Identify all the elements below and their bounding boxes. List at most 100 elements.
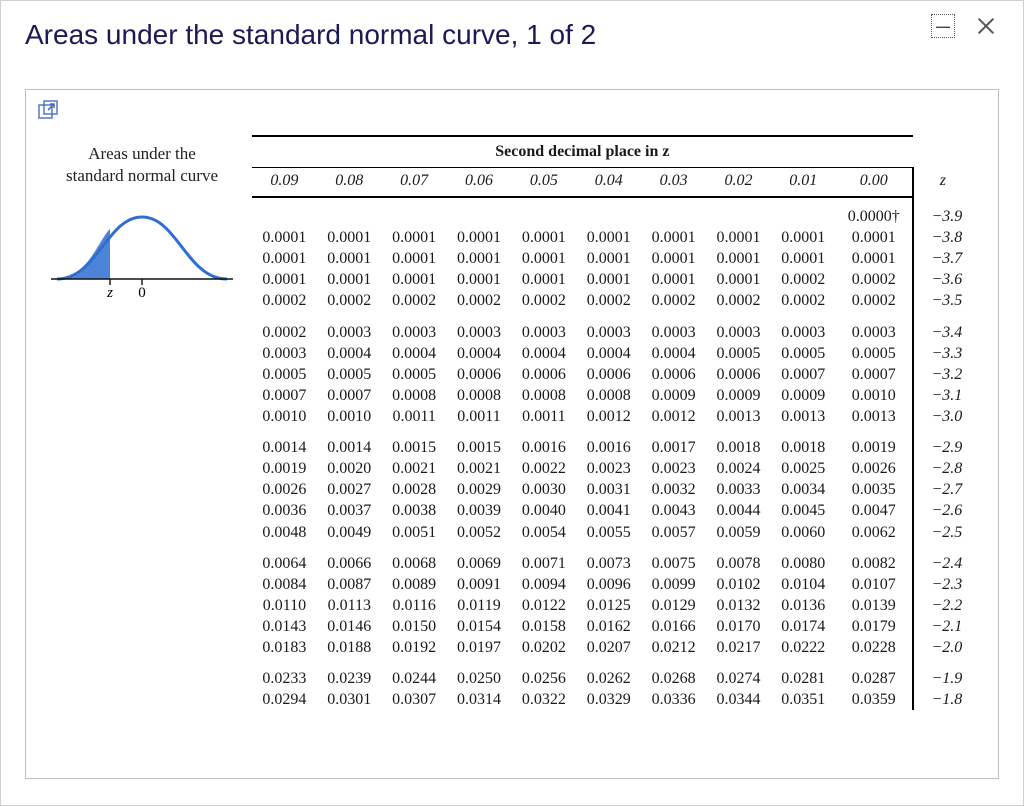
table-cell: 0.0007 [771,364,836,385]
table-cell: 0.0001 [511,269,576,290]
table-cell: 0.0012 [576,406,641,427]
table-cell: 0.0010 [317,406,382,427]
table-cell: 0.0113 [317,595,382,616]
table-cell: 0.0049 [317,522,382,543]
table-cell: 0.0006 [576,364,641,385]
col-hdr: 0.04 [576,168,641,198]
z-value: −3.2 [913,364,972,385]
table-cell: 0.0009 [771,385,836,406]
page: Areas under the standard normal curve, 1… [0,0,1024,806]
table-cell: 0.0001 [382,269,447,290]
table-cell: 0.0222 [771,637,836,658]
table-cell: 0.0078 [706,553,771,574]
table-cell: 0.0003 [317,322,382,343]
table-cell: 0.0003 [641,322,706,343]
table-cell: 0.0082 [836,553,913,574]
table-cell: 0.0019 [836,437,913,458]
table-cell: 0.0001 [317,227,382,248]
table-cell: 0.0001 [576,269,641,290]
table-cell: 0.0009 [641,385,706,406]
col-hdr: 0.00 [836,168,913,198]
table-cell: 0.0044 [706,500,771,521]
table-cell: 0.0087 [317,574,382,595]
group-gap [252,543,972,553]
top-bar: Areas under the standard normal curve, 1… [1,1,1023,59]
table-cell: 0.0179 [836,616,913,637]
open-new-window-icon[interactable] [38,107,60,124]
table-cell: 0.0055 [576,522,641,543]
table-cell: 0.0162 [576,616,641,637]
table-cell: 0.0015 [382,437,447,458]
table-cell: 0.0062 [836,522,913,543]
table-cell: 0.0239 [317,668,382,689]
table-cell: 0.0119 [447,595,512,616]
table-cell: 0.0002 [511,290,576,311]
table-cell: 0.0002 [382,290,447,311]
table-cell: 0.0027 [317,479,382,500]
table-cell: 0.0048 [252,522,317,543]
left-caption-line1: Areas under the [88,144,196,163]
axis-label-z: z [106,285,113,299]
table-cell: 0.0287 [836,668,913,689]
table-cell: 0.0001 [641,227,706,248]
table-cell: 0.0116 [382,595,447,616]
table-cell: 0.0096 [576,574,641,595]
table-cell: 0.0107 [836,574,913,595]
table-cell: 0.0158 [511,616,576,637]
table-row: 0.01430.01460.01500.01540.01580.01620.01… [252,616,972,637]
group-gap [252,658,972,668]
table-cell: 0.0268 [641,668,706,689]
col-hdr: 0.05 [511,168,576,198]
normal-curve-figure: z 0 [32,199,252,304]
table-cell: 0.0008 [576,385,641,406]
table-cell: 0.0038 [382,500,447,521]
table-cell: 0.0002 [836,269,913,290]
table-cell: 0.0040 [511,500,576,521]
table-cell: 0.0029 [447,479,512,500]
table-cell: 0.0006 [511,364,576,385]
table-row: 0.01100.01130.01160.01190.01220.01250.01… [252,595,972,616]
table-cell: 0.0011 [382,406,447,427]
table-cell: 0.0013 [836,406,913,427]
table-cell: 0.0166 [641,616,706,637]
table-cell: 0.0005 [836,343,913,364]
table-cell: 0.0001 [836,248,913,269]
z-value: −2.3 [913,574,972,595]
col-hdr: 0.01 [771,168,836,198]
table-cell: 0.0001 [641,269,706,290]
table-cell: 0.0005 [317,364,382,385]
table-cell: 0.0009 [706,385,771,406]
axis-label-zero: 0 [138,285,146,299]
table-cell: 0.0020 [317,458,382,479]
table-cell: 0.0041 [576,500,641,521]
z-value: −2.2 [913,595,972,616]
table-cell: 0.0004 [382,343,447,364]
table-cell: 0.0024 [706,458,771,479]
left-caption: Areas under the standard normal curve [32,143,252,187]
table-cell: 0.0010 [252,406,317,427]
table-cell: 0.0004 [447,343,512,364]
col-hdr: 0.08 [317,168,382,198]
table-cell: 0.0094 [511,574,576,595]
z-value: −3.5 [913,290,972,311]
table-cell: 0.0250 [447,668,512,689]
table-cell: 0.0035 [836,479,913,500]
col-hdr: 0.07 [382,168,447,198]
group-gap [252,312,972,322]
close-icon[interactable] [973,13,999,39]
minimize-icon[interactable]: — [931,14,955,38]
table-cell: 0.0228 [836,637,913,658]
table-cell [382,197,447,227]
col-hdr: 0.02 [706,168,771,198]
table-cell: 0.0004 [317,343,382,364]
table-cell: 0.0080 [771,553,836,574]
table-header-caption: Second decimal place in z [252,136,913,168]
table-cell: 0.0003 [252,343,317,364]
table-cell: 0.0001 [771,227,836,248]
table-cell: 0.0102 [706,574,771,595]
table-cell: 0.0003 [576,322,641,343]
z-value: −2.6 [913,500,972,521]
table-cell: 0.0001 [511,248,576,269]
table-cell: 0.0057 [641,522,706,543]
table-cell: 0.0000† [836,197,913,227]
